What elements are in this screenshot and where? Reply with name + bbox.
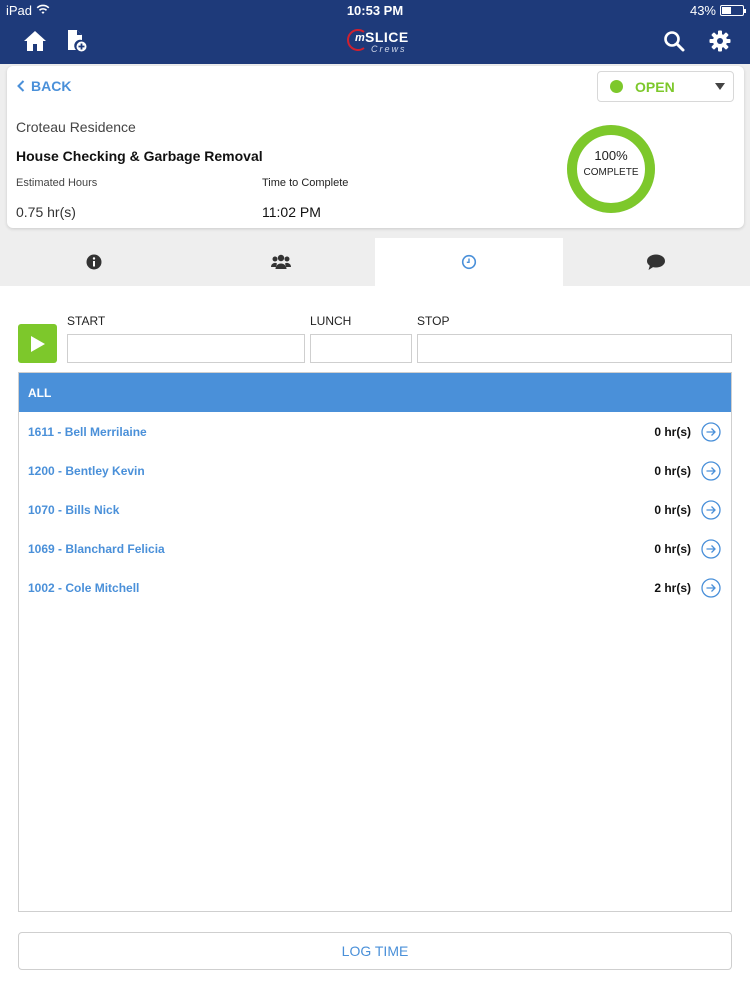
chevron-left-icon (17, 80, 25, 92)
progress-percent: 100% (594, 148, 628, 163)
employee-name: 1200 - Bentley Kevin (28, 463, 145, 478)
progress-caption: COMPLETE (583, 167, 639, 178)
clock-time: 10:53 PM (346, 3, 404, 18)
status-right: 43% (689, 3, 746, 18)
gear-icon[interactable] (707, 28, 733, 54)
logo-name: SLICE (365, 29, 409, 45)
home-icon[interactable] (22, 28, 48, 54)
detail-tabs (0, 238, 750, 286)
time-to-complete-value: 11:02 PM (262, 204, 321, 220)
client-name: Croteau Residence (16, 119, 136, 135)
stop-label: STOP (417, 314, 450, 328)
employee-hours: 0 hr(s) (654, 424, 691, 439)
employee-name: 1070 - Bills Nick (28, 502, 120, 517)
employee-hours: 0 hr(s) (654, 541, 691, 556)
logo-tagline: Crews (371, 44, 407, 54)
users-icon (271, 254, 292, 269)
job-info-area: BACK OPEN Croteau Residence House Checki… (0, 64, 750, 238)
employee-name: 1069 - Blanchard Felicia (28, 541, 165, 556)
battery-icon (720, 5, 746, 16)
log-time-button[interactable]: LOG TIME (18, 932, 732, 970)
table-row[interactable]: 1069 - Blanchard Felicia 0 hr(s) (19, 529, 731, 568)
clock-icon (461, 254, 476, 270)
table-row[interactable]: 1002 - Cole Mitchell 2 hr(s) (19, 568, 731, 607)
time-to-complete-label: Time to Complete (262, 177, 349, 189)
lunch-time-input[interactable] (310, 334, 412, 363)
arrow-right-circle-icon[interactable] (701, 538, 721, 559)
status-bar: iPad 10:53 PM 43% (0, 0, 750, 22)
caret-down-icon (715, 83, 725, 90)
play-icon (30, 335, 45, 352)
arrow-right-circle-icon[interactable] (701, 421, 721, 442)
tab-info[interactable] (0, 238, 188, 286)
logo-m: m (355, 32, 365, 44)
tab-crew[interactable] (188, 238, 376, 286)
app-header: iPad 10:53 PM 43% m SLICE Crews (0, 0, 750, 64)
stop-time-input[interactable] (417, 334, 732, 363)
estimated-hours-label: Estimated Hours (16, 177, 98, 189)
add-document-icon[interactable] (63, 28, 89, 54)
table-row[interactable]: 1200 - Bentley Kevin 0 hr(s) (19, 451, 731, 490)
tab-comments[interactable] (563, 238, 750, 286)
start-timer-button[interactable] (18, 324, 57, 363)
comment-icon (647, 254, 666, 270)
back-label: BACK (31, 78, 72, 94)
search-icon[interactable] (661, 28, 687, 54)
table-row[interactable]: 1070 - Bills Nick 0 hr(s) (19, 490, 731, 529)
table-row[interactable]: 1611 - Bell Merrilaine 0 hr(s) (19, 412, 731, 451)
start-label: START (67, 314, 106, 328)
employee-name: 1611 - Bell Merrilaine (28, 424, 147, 439)
estimated-hours-value: 0.75 hr(s) (16, 204, 76, 220)
app-logo: m SLICE Crews (345, 26, 409, 56)
start-time-input[interactable] (67, 334, 305, 363)
status-value: OPEN (635, 78, 675, 95)
employee-hours: 2 hr(s) (654, 580, 691, 595)
employee-list: ALL 1611 - Bell Merrilaine 0 hr(s) 1200 … (18, 372, 732, 912)
back-button[interactable]: BACK (17, 78, 71, 94)
battery-percent: 43% (689, 3, 716, 18)
battery-fill (722, 7, 731, 14)
arrow-right-circle-icon[interactable] (701, 499, 721, 520)
arrow-right-circle-icon[interactable] (701, 460, 721, 481)
employee-hours: 0 hr(s) (654, 502, 691, 517)
lunch-label: LUNCH (310, 314, 352, 328)
list-header-all[interactable]: ALL (19, 373, 731, 412)
employee-name: 1002 - Cole Mitchell (28, 580, 140, 595)
info-icon (86, 254, 102, 270)
job-info-card: BACK OPEN Croteau Residence House Checki… (7, 66, 744, 228)
status-dot-icon (610, 80, 623, 93)
arrow-right-circle-icon[interactable] (701, 577, 721, 598)
tab-time[interactable] (375, 238, 563, 286)
employee-hours: 0 hr(s) (654, 463, 691, 478)
status-dropdown[interactable]: OPEN (597, 71, 734, 102)
job-title: House Checking & Garbage Removal (16, 148, 263, 164)
